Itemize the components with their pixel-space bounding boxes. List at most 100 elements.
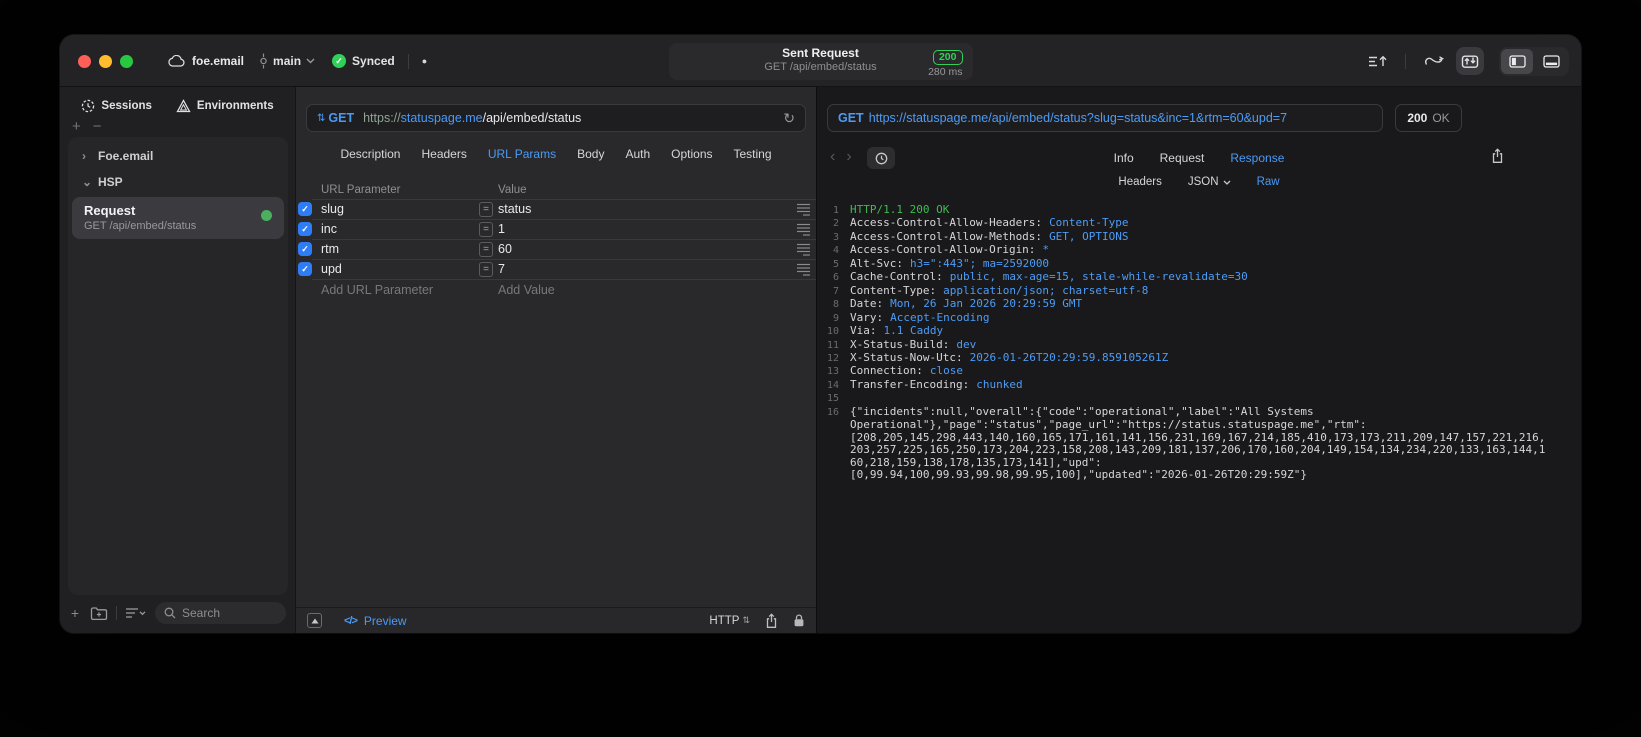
search-input[interactable]: Search [155, 602, 286, 624]
tab-info[interactable]: Info [1114, 151, 1134, 165]
branch-selector[interactable]: main [259, 53, 315, 69]
table-row[interactable]: ✓ inc = 1 [296, 219, 816, 239]
sent-request-pill[interactable]: Sent Request GET /api/embed/status 200 2… [668, 43, 973, 80]
value-type-icon[interactable]: = [479, 221, 493, 237]
status-dot [261, 210, 272, 221]
header-name: Date: [850, 297, 884, 311]
toggle-sidebar-button[interactable] [1501, 48, 1533, 74]
preview-button[interactable]: </> Preview [344, 614, 407, 628]
new-folder-button[interactable] [90, 606, 108, 621]
line-number: 12 [826, 352, 839, 364]
response-line: 6 Cache-Control: public, max-age=15, stale… [817, 271, 1581, 284]
add-param-row[interactable]: Add URL Parameter Add Value [296, 279, 816, 299]
tree-item-foe-email[interactable]: › Foe.email [68, 143, 288, 169]
subtab-headers[interactable]: Headers [1118, 176, 1161, 188]
header-line: Transfer-Encoding: chunked [850, 378, 1023, 392]
value-type-icon[interactable]: = [479, 201, 493, 217]
tab-auth[interactable]: Auth [625, 147, 650, 161]
url-scheme: https:// [363, 111, 401, 125]
add-value[interactable]: Add Value [498, 283, 555, 297]
expand-panel-button[interactable] [307, 613, 322, 628]
subtab-raw[interactable]: Raw [1257, 176, 1280, 188]
table-row[interactable]: ✓ slug = status [296, 199, 816, 219]
history-button[interactable] [867, 147, 895, 169]
request-url-field[interactable]: ⇅ GET https://statuspage.me/api/embed/st… [306, 104, 806, 132]
titlebar-toolbar [1368, 35, 1569, 87]
param-name[interactable]: rtm [321, 242, 339, 256]
table-row[interactable]: ✓ rtm = 60 [296, 239, 816, 259]
row-options-lines-icon[interactable] [796, 223, 811, 236]
sync-status[interactable]: ✓ Synced [332, 54, 395, 68]
param-value[interactable]: 60 [498, 242, 512, 256]
header-name: Access-Control-Allow-Methods: [850, 229, 1043, 243]
param-checkbox[interactable]: ✓ [298, 262, 312, 276]
close-button[interactable] [78, 55, 91, 68]
row-options-lines-icon[interactable] [796, 243, 811, 256]
request-response-toggle[interactable] [1456, 47, 1484, 75]
protocol-selector[interactable]: HTTP ⇅ [709, 615, 750, 627]
tab-body[interactable]: Body [577, 147, 604, 161]
app-window: foe.email main ✓ Synced ● Sent Request G… [60, 35, 1581, 633]
param-checkbox[interactable]: ✓ [298, 202, 312, 216]
cloud-icon [168, 55, 185, 67]
json-body-text: Operational"},"page":"status","page_url"… [850, 418, 1367, 432]
tab-options[interactable]: Options [671, 147, 712, 161]
tab-headers[interactable]: Headers [421, 147, 466, 161]
line-number: 14 [826, 379, 839, 391]
param-name[interactable]: upd [321, 262, 342, 276]
table-header: URL Parameter Value [296, 184, 816, 199]
http-status-line: HTTP/1.1 200 OK [850, 203, 950, 216]
response-line: 203,257,225,165,250,173,204,223,158,208,… [817, 443, 1581, 456]
project-name[interactable]: foe.email [192, 54, 244, 68]
tab-url-params[interactable]: URL Params [488, 147, 556, 161]
request-method[interactable]: GET [328, 111, 354, 125]
line-number: 4 [832, 245, 839, 257]
value-type-icon[interactable]: = [479, 241, 493, 257]
subtab-json-label: JSON [1187, 176, 1219, 188]
line-number [817, 419, 839, 431]
param-name[interactable]: inc [321, 222, 337, 236]
window-dot-indicator: ● [421, 56, 428, 66]
param-value[interactable]: status [498, 202, 531, 216]
forward-button[interactable]: › [846, 147, 851, 167]
tab-request[interactable]: Request [1160, 151, 1205, 165]
request-list-item-selected[interactable]: Request GET /api/embed/status [72, 197, 284, 239]
param-name[interactable]: slug [321, 202, 344, 216]
tree-item-hsp[interactable]: ⌄ HSP [68, 169, 288, 195]
add-request-button[interactable]: + [68, 605, 82, 621]
response-status-text: OK [1432, 111, 1450, 125]
share-button[interactable] [765, 612, 778, 629]
sort-list-button[interactable] [125, 607, 147, 619]
param-value[interactable]: 1 [498, 222, 505, 236]
method-stepper-icon[interactable]: ⇅ [317, 113, 325, 124]
minimize-button[interactable] [99, 55, 112, 68]
export-response-button[interactable] [1491, 148, 1504, 164]
request-footer: </> Preview HTTP ⇅ [296, 607, 816, 633]
zoom-button[interactable] [120, 55, 133, 68]
param-value[interactable]: 7 [498, 262, 505, 276]
tab-description[interactable]: Description [340, 147, 400, 161]
response-line: [0,99.94,100,99.93,99.98,99.95,100],"upd… [817, 468, 1581, 481]
add-url-parameter[interactable]: Add URL Parameter [321, 283, 433, 297]
table-row[interactable]: ✓ upd = 7 [296, 259, 816, 279]
back-button[interactable]: ‹ [830, 147, 835, 167]
sent-url-field[interactable]: GET https://statuspage.me/api/embed/stat… [827, 104, 1383, 132]
param-checkbox[interactable]: ✓ [298, 222, 312, 236]
toggle-console-button[interactable] [1535, 49, 1567, 74]
row-options-lines-icon[interactable] [796, 203, 811, 216]
request-url[interactable]: https://statuspage.me/api/embed/status [359, 111, 581, 125]
value-type-icon[interactable]: = [479, 261, 493, 277]
row-options-lines-icon[interactable] [796, 263, 811, 276]
tab-response[interactable]: Response [1230, 151, 1284, 165]
param-checkbox[interactable]: ✓ [298, 242, 312, 256]
remove-session-button[interactable]: − [93, 118, 102, 135]
tab-sessions[interactable]: Sessions [81, 99, 152, 113]
loop-button[interactable] [1423, 54, 1445, 68]
import-order-button[interactable] [1368, 53, 1388, 69]
subtab-json[interactable]: JSON [1188, 176, 1231, 188]
tab-environments[interactable]: Environments [176, 99, 274, 113]
resend-request-icon[interactable]: ↻ [783, 110, 795, 127]
tab-testing[interactable]: Testing [734, 147, 772, 161]
lock-button[interactable] [793, 613, 805, 628]
add-session-button[interactable]: + [72, 118, 81, 135]
